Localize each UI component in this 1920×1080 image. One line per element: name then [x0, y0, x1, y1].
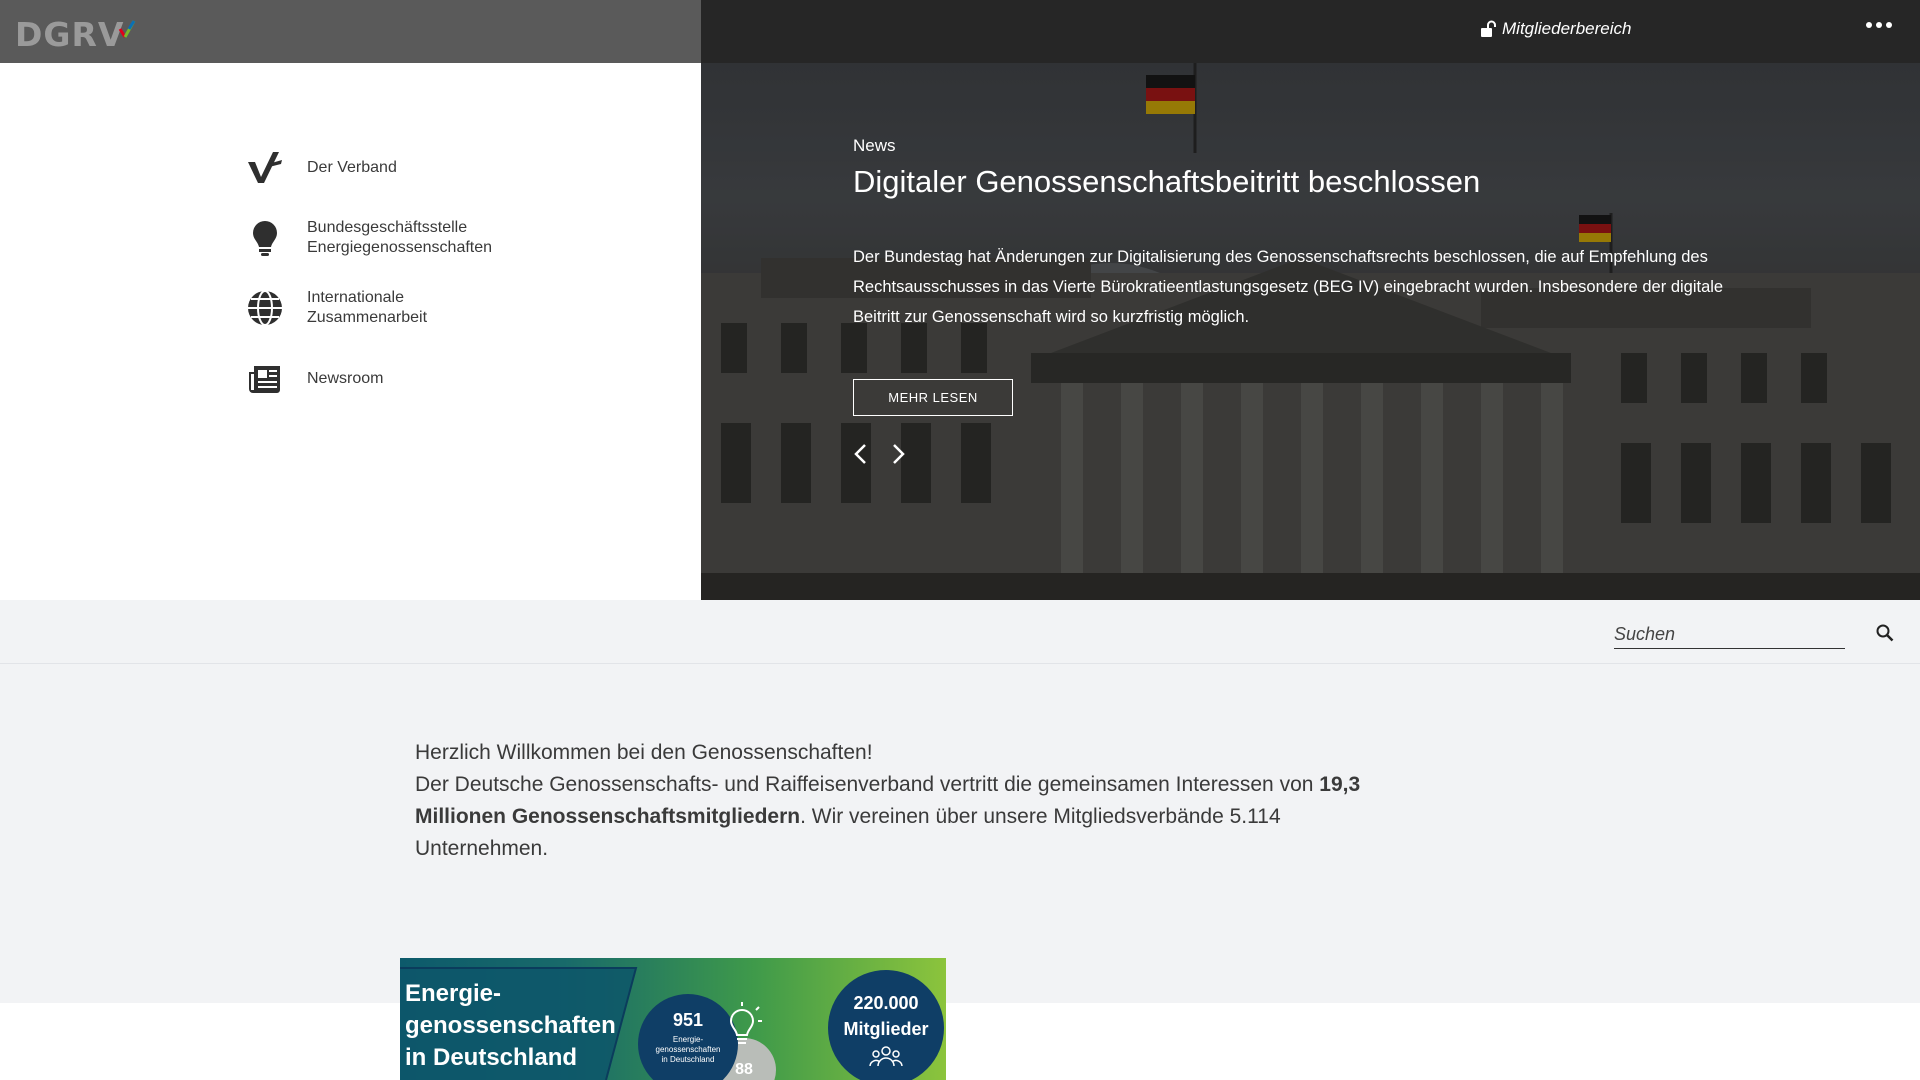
content-white-area [0, 1003, 1920, 1080]
nav-item-der-verband[interactable]: Der Verband [245, 148, 397, 188]
globe-icon [245, 288, 285, 328]
members-area-label: Mitgliederbereich [1502, 19, 1632, 38]
top-bar: DGRV Mitgliederbereich [0, 0, 1920, 63]
lightbulb-icon [729, 1002, 762, 1044]
energy-cooperatives-infographic[interactable]: Energie- genossenschaften in Deutschland… [400, 958, 946, 1080]
infographic-title: Energie- genossenschaften in Deutschland [405, 980, 616, 1071]
logo-text: DGRV [15, 15, 125, 54]
people-icon [869, 1046, 903, 1067]
welcome-paragraph: Der Deutsche Genossenschafts- und Raiffe… [415, 773, 1361, 860]
search-input[interactable] [1614, 620, 1845, 649]
ellipsis-icon[interactable] [1866, 22, 1892, 28]
newspaper-icon [245, 359, 285, 399]
read-more-button[interactable]: MEHR LESEN [853, 379, 1013, 416]
nav-label: Bundesgeschäftsstelle Energiegenossensch… [307, 219, 493, 256]
nav-label: Der Verband [307, 159, 397, 176]
chevron-right-icon[interactable] [888, 439, 910, 469]
nav-label: Newsroom [307, 370, 384, 387]
members-area-link[interactable]: Mitgliederbereich [1480, 19, 1631, 39]
logo-tick-icon [119, 20, 136, 38]
dgrv-logo[interactable]: DGRV [15, 15, 136, 51]
nav-item-internationale-zusammenarbeit[interactable]: Internationale Zusammenarbeit [245, 288, 527, 328]
welcome-text: Herzlich Willkommen bei den Genossenscha… [415, 737, 1395, 865]
welcome-heading: Herzlich Willkommen bei den Genossenscha… [415, 741, 873, 764]
top-bar-right: Mitgliederbereich [701, 0, 1920, 63]
hero-kicker: News [853, 136, 896, 155]
hero-text: Der Bundestag hat Änderungen zur Digital… [853, 248, 1724, 326]
search-icon[interactable] [1873, 621, 1897, 645]
lightbulb-icon [245, 218, 285, 258]
unlock-icon [1481, 20, 1496, 37]
search-bar [0, 600, 1920, 664]
hero-content: News Digitaler Genossenschaftsbeitritt b… [853, 136, 1753, 332]
nav-item-newsroom[interactable]: Newsroom [245, 359, 383, 399]
hero-slider: News Digitaler Genossenschaftsbeitritt b… [701, 63, 1920, 600]
dgrv-v-icon [245, 148, 285, 188]
nav-item-bundesgeschaeftsstelle[interactable]: Bundesgeschäftsstelle Energiegenossensch… [245, 218, 527, 258]
top-bar-left: DGRV [0, 0, 701, 63]
chevron-left-icon[interactable] [849, 439, 871, 469]
nav-panel: Der Verband Bundesgeschäftsstelle Energi… [0, 63, 701, 600]
infographic-members-circle: 220.000 Mitglieder [828, 970, 944, 1080]
hero-title: Digitaler Genossenschaftsbeitritt beschl… [853, 164, 1481, 199]
nav-label: Internationale Zusammenarbeit [307, 289, 428, 326]
